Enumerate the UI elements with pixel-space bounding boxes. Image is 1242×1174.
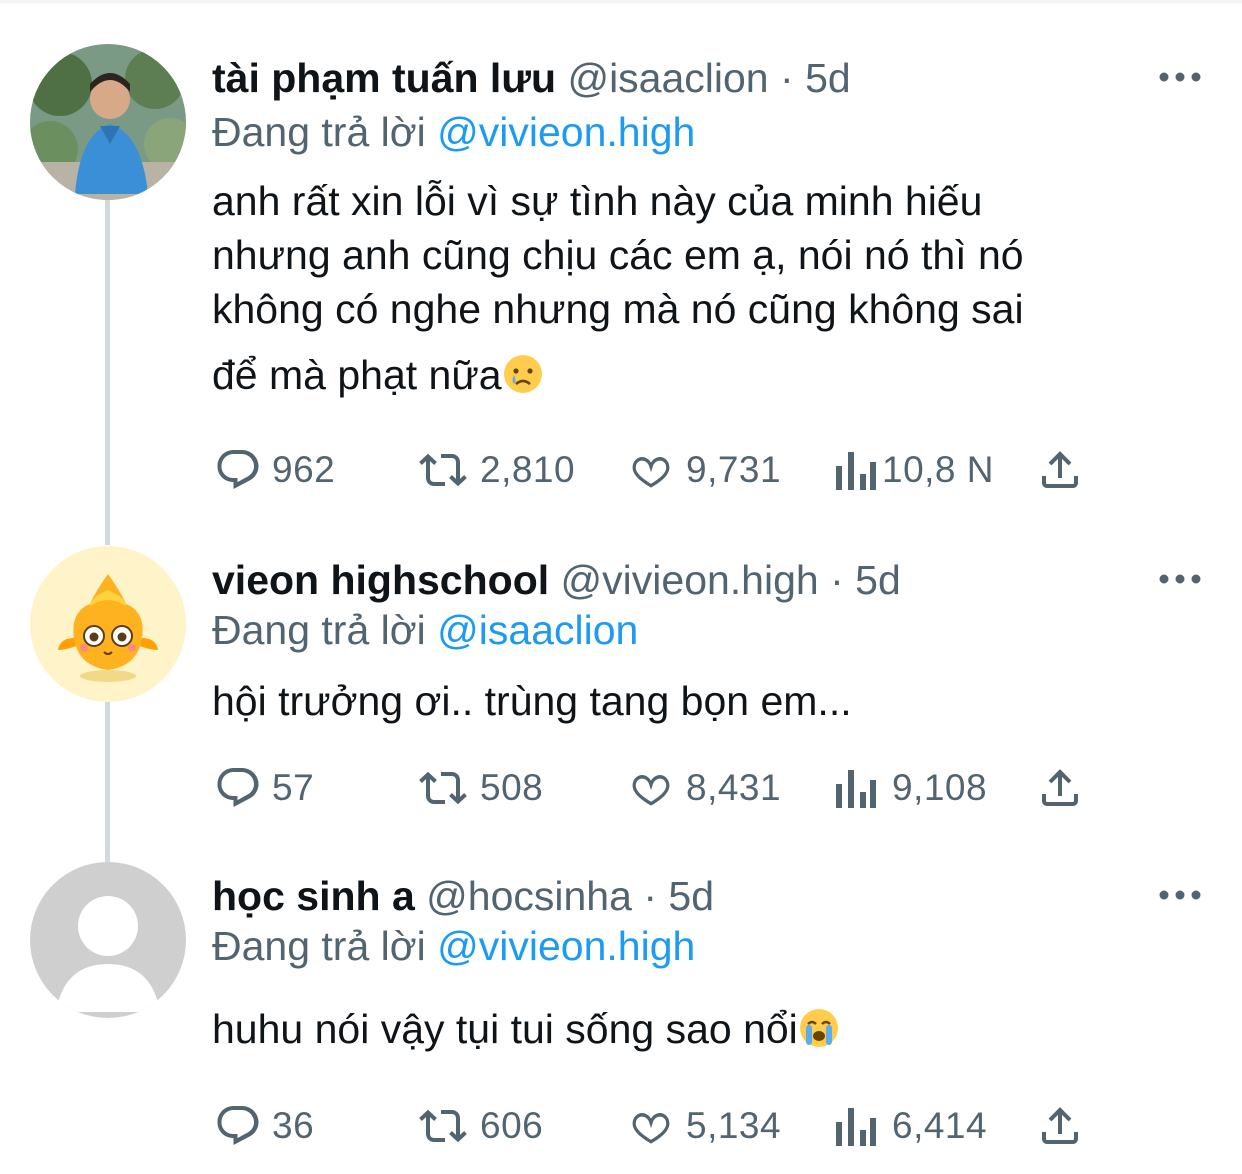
- mention-link[interactable]: @vivieon.high: [437, 109, 695, 155]
- tweet-header: vieon highschool @vivieon.high · 5d: [212, 554, 901, 606]
- share-button[interactable]: [1036, 760, 1084, 816]
- user-handle[interactable]: @isaaclion: [567, 55, 768, 101]
- retweet-button[interactable]: 606: [416, 1098, 543, 1154]
- text-line: nhưng anh cũng chịu các em ạ, nói nó thì…: [212, 232, 1024, 278]
- retweet-button[interactable]: 2,810: [416, 442, 575, 498]
- retweet-icon: [419, 771, 467, 805]
- avatar[interactable]: [30, 862, 186, 1018]
- text-line: hội trưởng ơi.. trùng tang bọn em...: [212, 678, 852, 724]
- tweet-text: anh rất xin lỗi vì sự tình này của minh …: [212, 174, 1212, 402]
- like-button[interactable]: 9,731: [626, 442, 781, 498]
- text-line: anh rất xin lỗi vì sự tình này của minh …: [212, 178, 983, 224]
- tweet-text: hội trưởng ơi.. trùng tang bọn em...: [212, 674, 1212, 728]
- sad-tear-face-emoji: [502, 353, 544, 395]
- retweet-button[interactable]: 508: [416, 760, 543, 816]
- views-icon: [836, 452, 876, 490]
- like-icon: [632, 456, 670, 488]
- timestamp[interactable]: 5d: [668, 873, 714, 919]
- display-name[interactable]: học sinh a: [212, 873, 415, 919]
- views-icon: [836, 770, 876, 808]
- tweet-header: học sinh a @hocsinha · 5d: [212, 870, 714, 922]
- display-name[interactable]: vieon highschool: [212, 557, 549, 603]
- text-line: không có nghe nhưng mà nó cũng không sai: [212, 286, 1024, 332]
- replying-to: Đang trả lời @isaaclion: [212, 604, 638, 656]
- mention-link[interactable]: @isaaclion: [437, 607, 638, 653]
- top-divider: [0, 0, 1242, 3]
- tweet[interactable]: tài phạm tuấn lưu @isaaclion · 5d Đang t…: [0, 44, 1242, 518]
- like-button[interactable]: 5,134: [626, 1098, 781, 1154]
- text-line: để mà phạt nữa: [212, 348, 1212, 402]
- mention-link[interactable]: @vivieon.high: [437, 923, 695, 969]
- like-count: 8,431: [686, 767, 782, 808]
- views-button[interactable]: 6,414: [834, 1098, 987, 1154]
- action-bar: 36 606 5,134 6,414: [0, 1098, 1242, 1154]
- views-icon: [836, 1108, 876, 1146]
- more-icon[interactable]: [1158, 572, 1202, 586]
- views-count: 10,8 N: [882, 449, 995, 490]
- share-icon: [1042, 769, 1078, 806]
- share-button[interactable]: [1036, 442, 1084, 498]
- share-icon: [1042, 451, 1078, 488]
- replying-label: Đang trả lời: [212, 923, 426, 969]
- replying-label: Đang trả lời: [212, 607, 426, 653]
- retweet-count: 2,810: [480, 449, 576, 490]
- share-icon: [1042, 1107, 1078, 1144]
- like-count: 9,731: [686, 449, 782, 490]
- tweet[interactable]: vieon highschool @vivieon.high · 5d Đang…: [0, 546, 1242, 840]
- retweet-icon: [419, 453, 467, 487]
- reply-button[interactable]: 36: [214, 1098, 314, 1154]
- retweet-count: 508: [480, 767, 544, 808]
- replying-label: Đang trả lời: [212, 109, 426, 155]
- like-icon: [632, 774, 670, 806]
- reply-icon: [217, 1106, 259, 1145]
- avatar[interactable]: [30, 44, 186, 200]
- retweet-icon: [419, 1109, 467, 1143]
- separator-dot: ·: [830, 557, 844, 603]
- user-handle[interactable]: @vivieon.high: [561, 557, 819, 603]
- tweet-text: huhu nói vậy tụi tui sống sao nổi: [212, 1002, 1212, 1056]
- reply-count: 36: [272, 1105, 315, 1146]
- reply-button[interactable]: 57: [214, 760, 314, 816]
- like-count: 5,134: [686, 1105, 782, 1146]
- reply-icon: [217, 768, 259, 807]
- timestamp[interactable]: 5d: [855, 557, 901, 603]
- views-count: 6,414: [892, 1105, 988, 1146]
- display-name[interactable]: tài phạm tuấn lưu: [212, 55, 556, 101]
- separator-dot: ·: [780, 55, 794, 101]
- loudly-crying-face-emoji: [798, 1007, 840, 1049]
- more-icon[interactable]: [1158, 888, 1202, 902]
- views-button[interactable]: 10,8 N: [834, 442, 994, 498]
- tweet[interactable]: học sinh a @hocsinha · 5d Đang trả lời @…: [0, 862, 1242, 1166]
- views-count: 9,108: [892, 767, 988, 808]
- user-handle[interactable]: @hocsinha: [426, 873, 632, 919]
- share-button[interactable]: [1036, 1098, 1084, 1154]
- tweet-header: tài phạm tuấn lưu @isaaclion · 5d: [212, 52, 851, 104]
- separator-dot: ·: [643, 873, 657, 919]
- reply-count: 57: [272, 767, 315, 808]
- like-button[interactable]: 8,431: [626, 760, 781, 816]
- views-button[interactable]: 9,108: [834, 760, 987, 816]
- text-line: huhu nói vậy tụi tui sống sao nổi: [212, 1002, 1212, 1056]
- reply-icon: [217, 450, 259, 489]
- reply-count: 962: [272, 449, 336, 490]
- action-bar: 57 508 8,431 9,108: [0, 760, 1242, 816]
- replying-to: Đang trả lời @vivieon.high: [212, 106, 695, 158]
- action-bar: 962 2,810 9,731 10,8 N: [0, 442, 1242, 498]
- replying-to: Đang trả lời @vivieon.high: [212, 920, 695, 972]
- like-icon: [632, 1112, 670, 1144]
- more-icon[interactable]: [1158, 70, 1202, 84]
- timestamp[interactable]: 5d: [805, 55, 851, 101]
- reply-button[interactable]: 962: [214, 442, 335, 498]
- avatar[interactable]: [30, 546, 186, 702]
- retweet-count: 606: [480, 1105, 544, 1146]
